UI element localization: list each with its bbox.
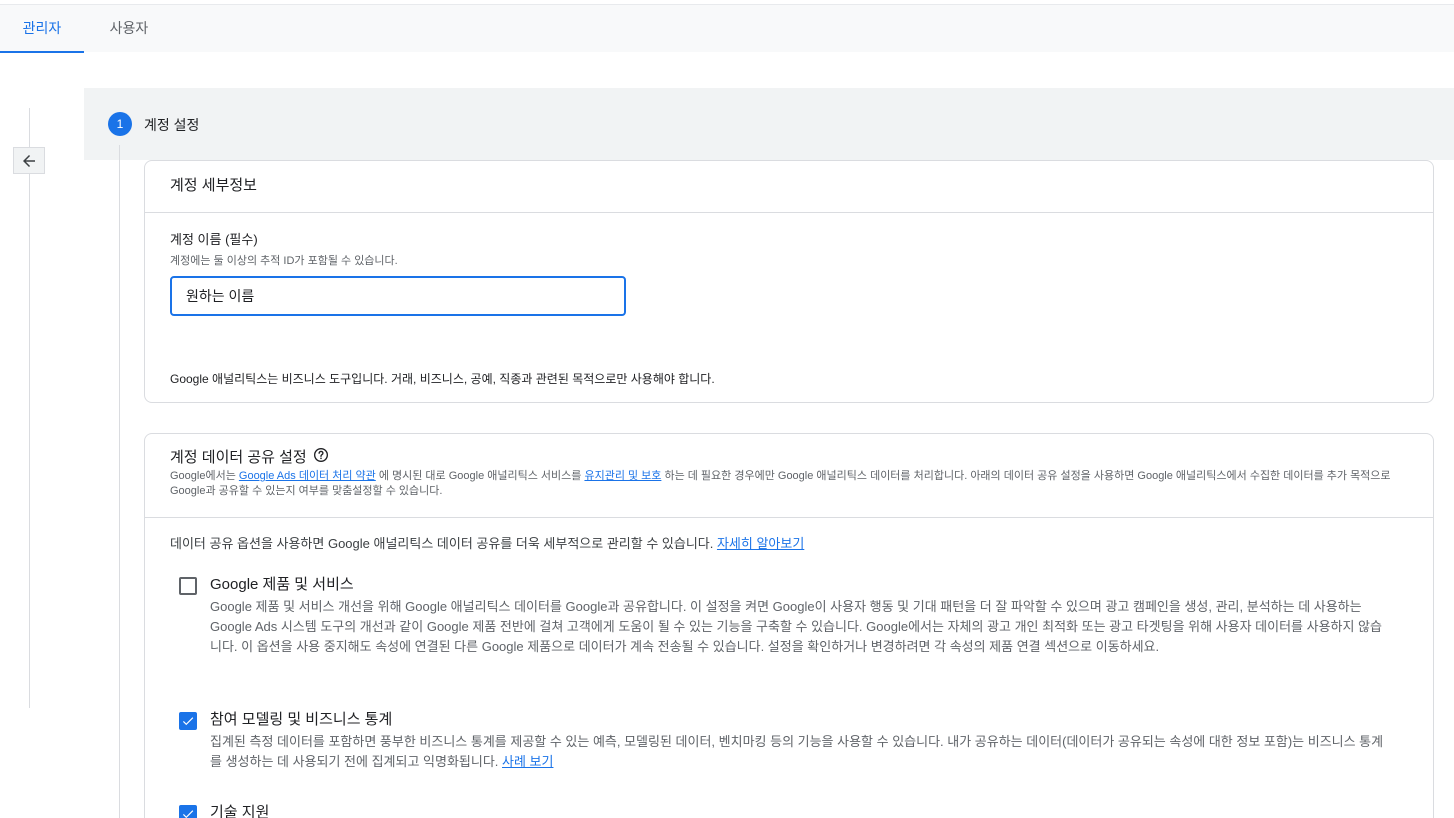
tab-user[interactable]: 사용자 xyxy=(86,5,172,53)
data-sharing-title: 계정 데이터 공유 설정 xyxy=(170,449,307,466)
desc-text: 에 명시된 대로 Google 애널리틱스 서비스를 xyxy=(375,470,585,482)
option-title: Google 제품 및 서비스 xyxy=(210,576,354,593)
top-tab-bar: 관리자 사용자 xyxy=(0,4,1454,53)
account-details-card: 계정 세부정보 계정 이름 (필수) 계정에는 둘 이상의 추적 ID가 포함될… xyxy=(144,160,1434,403)
step-title: 계정 설정 xyxy=(144,117,200,133)
learn-more-link[interactable]: 자세히 알아보기 xyxy=(717,536,804,551)
data-sharing-card: 계정 데이터 공유 설정 Google에서는 Google Ads 데이터 처리… xyxy=(144,433,1434,818)
check-icon xyxy=(182,810,194,818)
option-description-text: 집계된 측정 데이터를 포함하면 풍부한 비즈니스 통계를 제공할 수 있는 예… xyxy=(210,734,1384,769)
back-button[interactable] xyxy=(13,147,45,174)
option-title: 참여 모델링 및 비즈니스 통계 xyxy=(210,711,393,728)
check-icon xyxy=(182,717,194,726)
business-tool-disclaimer: Google 애널리틱스는 비즈니스 도구입니다. 거래, 비즈니스, 공예, … xyxy=(170,372,715,386)
arrow-left-icon xyxy=(23,154,35,167)
data-sharing-intro: 데이터 공유 옵션을 사용하면 Google 애널리틱스 데이터 공유를 더욱 … xyxy=(170,533,804,552)
desc-text: Google에서는 xyxy=(170,470,239,482)
option-description: 집계된 측정 데이터를 포함하면 풍부한 비즈니스 통계를 제공할 수 있는 예… xyxy=(210,732,1390,772)
card-title: 계정 데이터 공유 설정 xyxy=(170,446,329,467)
ads-data-terms-link[interactable]: Google Ads 데이터 처리 약관 xyxy=(239,470,376,482)
google-products-checkbox[interactable] xyxy=(179,577,197,595)
card-header: 계정 세부정보 xyxy=(145,161,1433,213)
technical-support-checkbox[interactable] xyxy=(179,805,197,818)
intro-text: 데이터 공유 옵션을 사용하면 Google 애널리틱스 데이터 공유를 더욱 … xyxy=(170,536,717,551)
step-rail-line xyxy=(119,145,120,818)
card-header: 계정 데이터 공유 설정 Google에서는 Google Ads 데이터 처리… xyxy=(145,434,1433,518)
account-name-input[interactable] xyxy=(170,276,626,316)
card-title: 계정 세부정보 xyxy=(170,177,257,194)
maintain-protect-link[interactable]: 유지관리 및 보호 xyxy=(584,470,661,482)
help-icon[interactable] xyxy=(313,447,329,467)
step-header: 1 계정 설정 xyxy=(84,88,1454,160)
tab-admin[interactable]: 관리자 xyxy=(0,5,84,53)
left-rail-line xyxy=(29,108,30,708)
step-number-badge: 1 xyxy=(108,112,132,136)
option-description: Google 제품 및 서비스 개선을 위해 Google 애널리틱스 데이터를… xyxy=(210,599,1382,654)
option-title: 기술 지원 xyxy=(210,804,270,818)
data-sharing-description: Google에서는 Google Ads 데이터 처리 약관 에 명시된 대로 … xyxy=(170,469,1415,499)
view-examples-link[interactable]: 사례 보기 xyxy=(502,754,553,769)
account-name-hint: 계정에는 둘 이상의 추적 ID가 포함될 수 있습니다. xyxy=(170,255,398,267)
account-name-label: 계정 이름 (필수) xyxy=(170,232,258,247)
benchmarking-checkbox[interactable] xyxy=(179,712,197,730)
